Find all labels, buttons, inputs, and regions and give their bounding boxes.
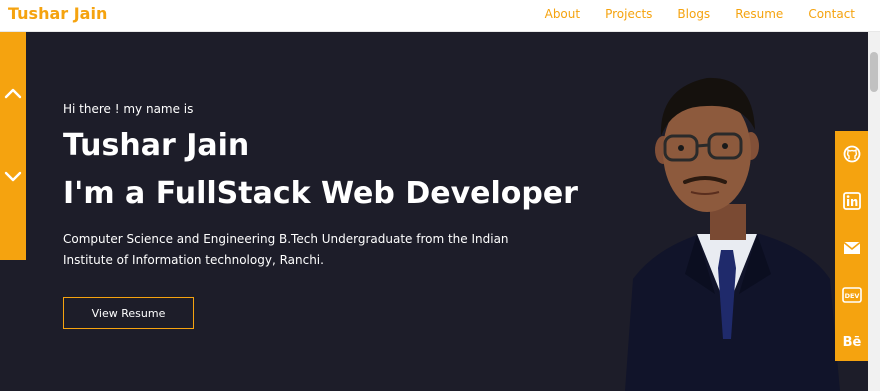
brand-logo-text[interactable]: Tushar Jain xyxy=(8,4,107,23)
mail-icon[interactable] xyxy=(842,238,862,258)
nav-link-resume[interactable]: Resume xyxy=(735,7,783,21)
scrollbar-thumb[interactable] xyxy=(870,52,878,92)
hero-description: Computer Science and Engineering B.Tech … xyxy=(63,232,509,267)
dev-icon-label: DEV xyxy=(845,292,860,300)
github-icon[interactable] xyxy=(842,144,862,164)
chevron-up-icon[interactable] xyxy=(3,84,23,104)
page-scrollbar[interactable] xyxy=(868,32,880,391)
hero-name: Tushar Jain xyxy=(63,128,250,163)
behance-icon[interactable]: Bē xyxy=(842,332,862,352)
dev-icon[interactable]: DEV xyxy=(842,285,862,305)
hero-greeting: Hi there ! my name is xyxy=(63,102,194,116)
chevron-down-icon[interactable] xyxy=(3,166,23,186)
nav-link-about[interactable]: About xyxy=(545,7,580,21)
nav-links: About Projects Blogs Resume Contact xyxy=(545,7,855,21)
view-resume-button[interactable]: View Resume xyxy=(63,297,194,329)
linkedin-icon[interactable] xyxy=(842,191,862,211)
top-navbar: Tushar Jain About Projects Blogs Resume … xyxy=(0,0,880,32)
hero-role: I'm a FullStack Web Developer xyxy=(63,176,578,211)
section-nav-bar xyxy=(0,32,26,260)
nav-link-contact[interactable]: Contact xyxy=(808,7,855,21)
social-links-bar: DEV Bē xyxy=(835,131,868,361)
profile-portrait xyxy=(625,77,840,391)
nav-link-projects[interactable]: Projects xyxy=(605,7,652,21)
nav-link-blogs[interactable]: Blogs xyxy=(677,7,710,21)
